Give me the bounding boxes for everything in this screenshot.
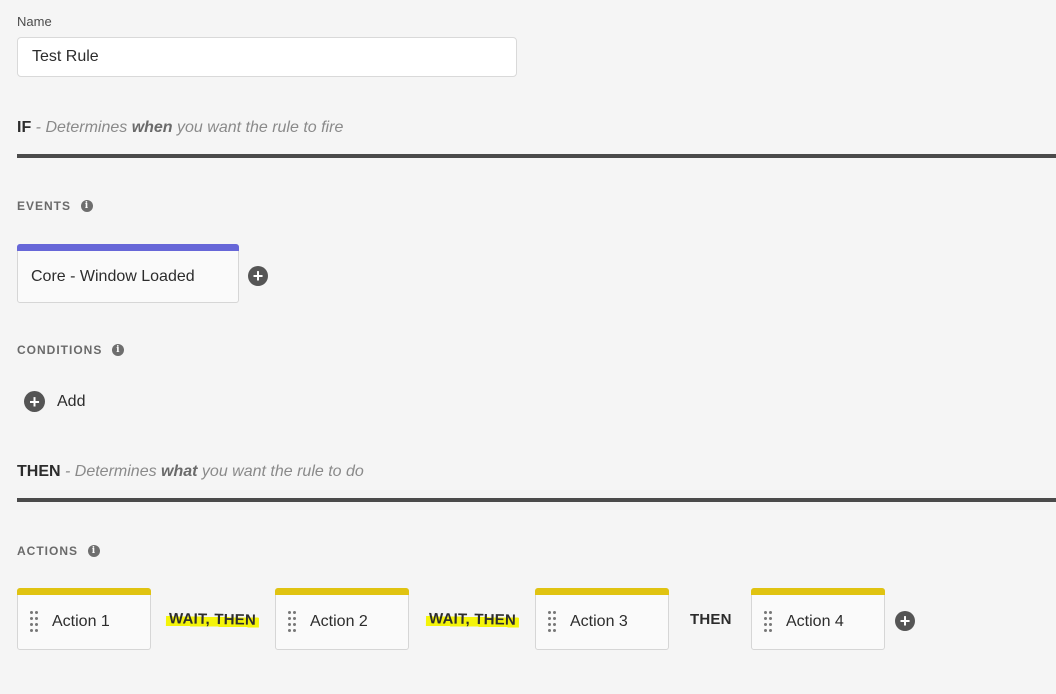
then-desc-post: you want the rule to do: [197, 463, 364, 480]
add-action-button[interactable]: +: [895, 611, 915, 631]
connector-label[interactable]: WAIT, THEN: [165, 610, 260, 629]
then-desc-pre: - Determines: [60, 463, 162, 480]
info-icon[interactable]: i: [81, 200, 94, 212]
event-card-label: Core - Window Loaded: [31, 267, 195, 285]
action-card-label: Action 1: [52, 613, 110, 630]
action-card[interactable]: Action 2: [275, 588, 409, 650]
connector-label[interactable]: THEN: [690, 611, 732, 628]
action-card-accent: [535, 588, 669, 595]
if-desc-pre: - Determines: [31, 119, 132, 136]
conditions-label-text: CONDITIONS: [17, 343, 103, 357]
if-divider: [17, 154, 1056, 158]
action-card[interactable]: Action 4: [751, 588, 885, 650]
rule-name-input[interactable]: [17, 37, 517, 77]
event-card-accent: [17, 244, 239, 251]
info-icon[interactable]: i: [112, 344, 125, 356]
event-card[interactable]: Core - Window Loaded: [17, 244, 239, 303]
then-desc-bold: what: [161, 463, 198, 480]
add-condition-label: Add: [57, 392, 86, 410]
action-card[interactable]: Action 3: [535, 588, 669, 650]
action-card[interactable]: Action 1: [17, 588, 151, 650]
actions-label: ACTIONS i: [17, 544, 100, 558]
if-desc-bold: when: [131, 119, 173, 136]
plus-icon: +: [24, 391, 45, 412]
action-card-accent: [751, 588, 885, 595]
if-desc-post: you want the rule to fire: [172, 119, 344, 136]
conditions-label: CONDITIONS i: [17, 343, 125, 357]
if-heading: IF - Determines when you want the rule t…: [17, 119, 343, 137]
action-card-label: Action 3: [570, 613, 628, 630]
action-card-label: Action 4: [786, 613, 844, 630]
if-keyword: IF: [17, 119, 32, 136]
add-event-button[interactable]: +: [248, 266, 268, 286]
rule-editor: Name IF - Determines when you want the r…: [0, 0, 1056, 694]
events-label: EVENTS i: [17, 199, 94, 213]
add-condition-button[interactable]: + Add: [24, 391, 85, 412]
action-card-label: Action 2: [310, 613, 368, 630]
connector-label[interactable]: WAIT, THEN: [425, 610, 520, 629]
action-card-accent: [275, 588, 409, 595]
then-heading: THEN - Determines what you want the rule…: [17, 463, 364, 481]
drag-handle-icon[interactable]: [30, 611, 38, 633]
then-divider: [17, 498, 1056, 502]
actions-label-text: ACTIONS: [17, 544, 78, 558]
info-icon[interactable]: i: [88, 545, 100, 557]
plus-icon: +: [252, 266, 264, 286]
drag-handle-icon[interactable]: [548, 611, 556, 633]
events-label-text: EVENTS: [17, 199, 72, 213]
then-keyword: THEN: [17, 463, 61, 480]
name-label: Name: [17, 14, 52, 29]
drag-handle-icon[interactable]: [764, 611, 772, 633]
drag-handle-icon[interactable]: [288, 611, 296, 633]
plus-icon: +: [899, 611, 911, 631]
action-card-accent: [17, 588, 151, 595]
